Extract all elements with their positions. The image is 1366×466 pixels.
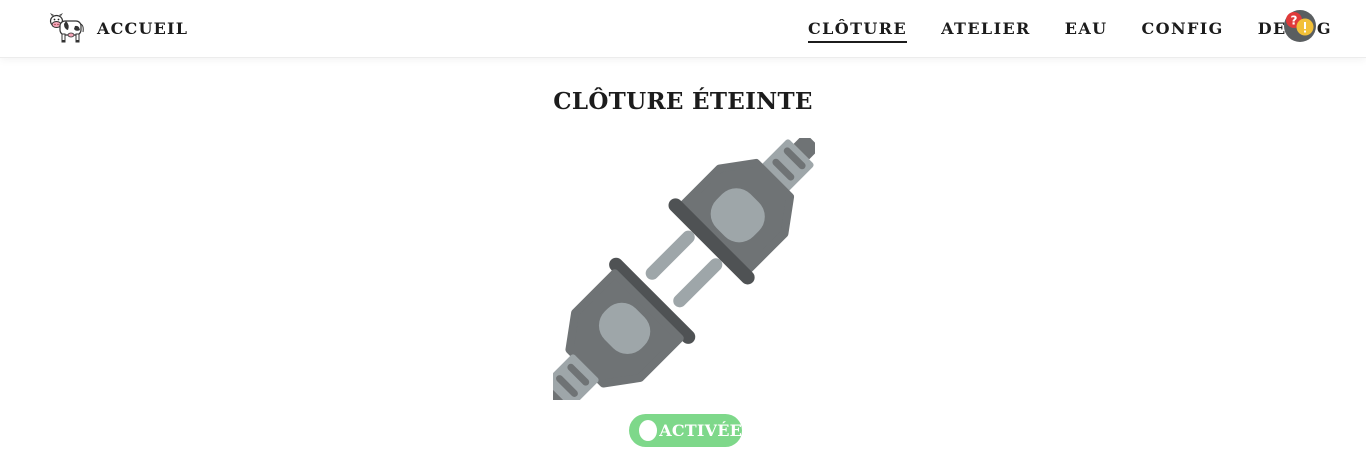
cow-icon xyxy=(49,13,84,43)
home-link[interactable]: ACCUEIL xyxy=(48,10,188,46)
toggle-knob[interactable] xyxy=(639,420,658,441)
nav-item-cloture[interactable]: CLÔTURE xyxy=(808,18,908,43)
unplugged-connector-icon xyxy=(553,138,815,400)
main-menu: CLÔTURE ATELIER EAU CONFIG DEBUG xyxy=(808,18,1332,43)
svg-text:?: ? xyxy=(1291,14,1298,28)
fence-toggle-switch[interactable]: ACTIVÉE xyxy=(629,414,742,447)
status-question-warning-icon[interactable]: ? xyxy=(1284,10,1316,42)
home-link-label: ACCUEIL xyxy=(97,18,189,38)
nav-item-eau[interactable]: EAU xyxy=(1065,18,1108,41)
top-navbar: ACCUEIL CLÔTURE ATELIER EAU CONFIG DEBUG… xyxy=(0,0,1366,58)
main-content: CLÔTURE ÉTEINTE ACTIVÉE xyxy=(0,58,1366,466)
page-title: CLÔTURE ÉTEINTE xyxy=(553,88,813,115)
toggle-label: ACTIVÉE xyxy=(659,421,742,440)
nav-item-atelier[interactable]: ATELIER xyxy=(941,18,1031,41)
nav-item-config[interactable]: CONFIG xyxy=(1142,18,1224,41)
